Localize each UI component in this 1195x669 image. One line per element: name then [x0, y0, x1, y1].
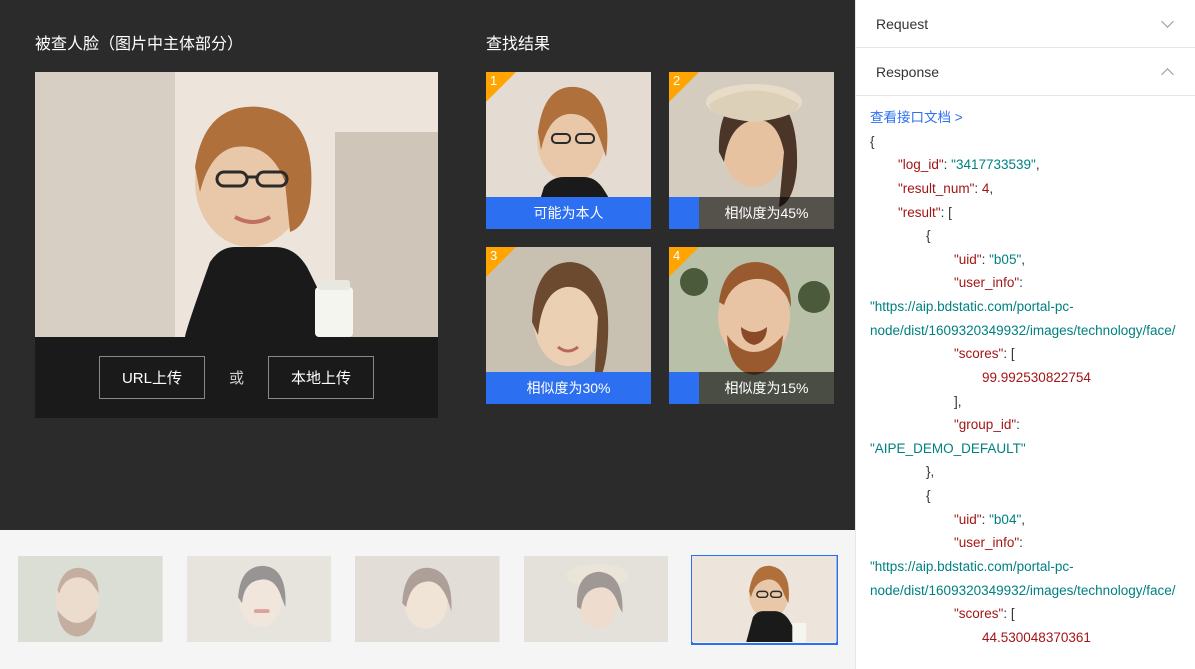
source-face-illustration	[35, 72, 438, 337]
response-title: Response	[876, 64, 939, 80]
request-accordion[interactable]: Request	[856, 0, 1195, 48]
rank-number: 1	[490, 73, 497, 88]
thumbnail-3[interactable]	[355, 556, 500, 644]
chevron-down-icon	[1161, 17, 1175, 31]
result-card-1[interactable]: 1 可能为本人	[486, 72, 651, 229]
results-title: 查找结果	[486, 30, 834, 54]
source-column: 被查人脸（图片中主体部分） URL上传	[35, 30, 438, 505]
thumbnail-1[interactable]	[18, 556, 163, 644]
url-upload-button[interactable]: URL上传	[99, 356, 205, 399]
result-caption: 相似度为30%	[486, 372, 651, 404]
result-card-4[interactable]: 4 相似度为15%	[669, 247, 834, 404]
side-panel: Request Response 查看接口文档 > { "log_id": "3…	[855, 0, 1195, 669]
result-card-2[interactable]: 2 相似度为45%	[669, 72, 834, 229]
thumbnail-5[interactable]	[692, 556, 837, 644]
results-grid: 1 可能为本人 2 相似度为45%	[486, 72, 834, 404]
thumbnail-4[interactable]	[524, 556, 669, 644]
rank-number: 2	[673, 73, 680, 88]
rank-number: 3	[490, 248, 497, 263]
source-image	[35, 72, 438, 337]
thumbnail-2[interactable]	[187, 556, 332, 644]
local-upload-button[interactable]: 本地上传	[268, 356, 374, 399]
response-accordion[interactable]: Response	[856, 48, 1195, 96]
source-title: 被查人脸（图片中主体部分）	[35, 30, 438, 54]
results-column: 查找结果 1 可能为本人	[486, 30, 834, 505]
rank-number: 4	[673, 248, 680, 263]
chevron-up-icon	[1161, 65, 1175, 79]
response-json: 查看接口文档 > { "log_id": "3417733539", "resu…	[856, 96, 1195, 669]
result-card-3[interactable]: 3 相似度为30%	[486, 247, 651, 404]
result-caption: 相似度为15%	[669, 372, 834, 404]
api-doc-link[interactable]: 查看接口文档 >	[870, 110, 963, 125]
request-title: Request	[876, 16, 928, 32]
or-label: 或	[229, 367, 244, 388]
result-caption: 可能为本人	[486, 197, 651, 229]
thumbnail-strip	[0, 530, 855, 669]
demo-stage: 被查人脸（图片中主体部分） URL上传	[0, 0, 855, 530]
result-caption: 相似度为45%	[669, 197, 834, 229]
upload-controls: URL上传 或 本地上传	[35, 337, 438, 418]
